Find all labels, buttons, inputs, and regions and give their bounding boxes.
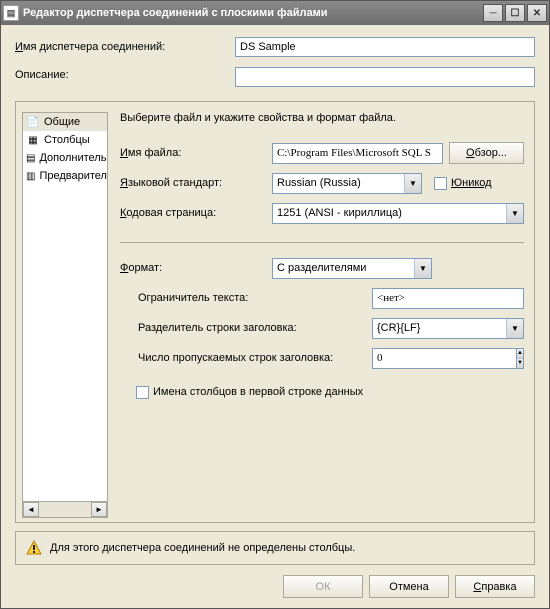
chevron-down-icon: ▼ xyxy=(506,319,523,338)
maximize-button[interactable]: ☐ xyxy=(505,4,525,22)
general-icon: 📄 xyxy=(26,115,40,129)
minimize-button[interactable]: ─ xyxy=(483,4,503,22)
scroll-left-icon[interactable]: ◄ xyxy=(23,502,39,517)
firstrow-checkbox[interactable] xyxy=(136,386,149,399)
description-input[interactable] xyxy=(235,67,535,87)
name-input[interactable]: DS Sample xyxy=(235,37,535,57)
side-hscrollbar[interactable]: ◄ ► xyxy=(23,501,107,517)
scroll-right-icon[interactable]: ► xyxy=(91,502,107,517)
side-panel: 📄 Общие ▦ Столбцы ▤ Дополнительно ▥ Пред… xyxy=(22,112,108,518)
unicode-checkbox[interactable] xyxy=(434,177,447,190)
textqualifier-input[interactable] xyxy=(372,288,524,309)
close-button[interactable]: ✕ xyxy=(527,4,547,22)
headerdelim-select[interactable]: {CR}{LF} ▼ xyxy=(372,318,524,339)
window-title: Редактор диспетчера соединений с плоским… xyxy=(23,7,483,19)
side-item-general[interactable]: 📄 Общие xyxy=(23,113,107,131)
titlebar[interactable]: ▤ Редактор диспетчера соединений с плоск… xyxy=(1,1,549,25)
codepage-label: Кодовая страница: xyxy=(120,207,272,219)
headerdelim-label: Разделитель строки заголовка: xyxy=(120,322,372,334)
description-label: Описание: xyxy=(15,67,235,81)
locale-select[interactable]: Russian (Russia) ▼ xyxy=(272,173,422,194)
warning-text: Для этого диспетчера соединений не опред… xyxy=(50,542,355,554)
cancel-button[interactable]: Отмена xyxy=(369,575,449,598)
codepage-select[interactable]: 1251 (ANSI - кириллица) ▼ xyxy=(272,203,524,224)
app-icon: ▤ xyxy=(3,5,19,21)
skiprows-input[interactable] xyxy=(372,348,517,369)
file-label: Имя файла: xyxy=(120,147,272,159)
preview-icon: ▥ xyxy=(26,169,35,183)
format-select[interactable]: С разделителями ▼ xyxy=(272,258,432,279)
format-label: Формат: xyxy=(120,262,272,274)
name-label: Имя диспетчера соединений: xyxy=(15,41,235,53)
file-input[interactable] xyxy=(272,143,443,164)
help-button[interactable]: Справка xyxy=(455,575,535,598)
warning-box: Для этого диспетчера соединений не опред… xyxy=(15,531,535,565)
firstrow-label: Имена столбцов в первой строке данных xyxy=(153,386,363,398)
side-item-columns[interactable]: ▦ Столбцы xyxy=(23,131,107,149)
ok-button: ОК xyxy=(283,575,363,598)
spin-up-icon[interactable]: ▲ xyxy=(517,349,523,359)
textqualifier-label: Ограничитель текста: xyxy=(120,292,372,304)
advanced-icon: ▤ xyxy=(26,151,35,165)
instruction-text: Выберите файл и укажите свойства и форма… xyxy=(120,112,524,124)
browse-button[interactable]: Обзор... xyxy=(449,142,524,164)
spin-down-icon[interactable]: ▼ xyxy=(517,359,523,368)
chevron-down-icon: ▼ xyxy=(414,259,431,278)
warning-icon xyxy=(26,540,42,556)
side-item-preview[interactable]: ▥ Предварительный просмотр xyxy=(23,167,107,185)
side-item-advanced[interactable]: ▤ Дополнительно xyxy=(23,149,107,167)
chevron-down-icon: ▼ xyxy=(404,174,421,193)
unicode-label: Юникод xyxy=(451,177,492,189)
skiprows-spinner[interactable]: ▲ ▼ xyxy=(372,348,492,369)
chevron-down-icon: ▼ xyxy=(506,204,523,223)
separator xyxy=(120,242,524,243)
columns-icon: ▦ xyxy=(26,133,40,147)
locale-label: Языковой стандарт: xyxy=(120,177,272,189)
skiprows-label: Число пропускаемых строк заголовка: xyxy=(120,352,372,364)
